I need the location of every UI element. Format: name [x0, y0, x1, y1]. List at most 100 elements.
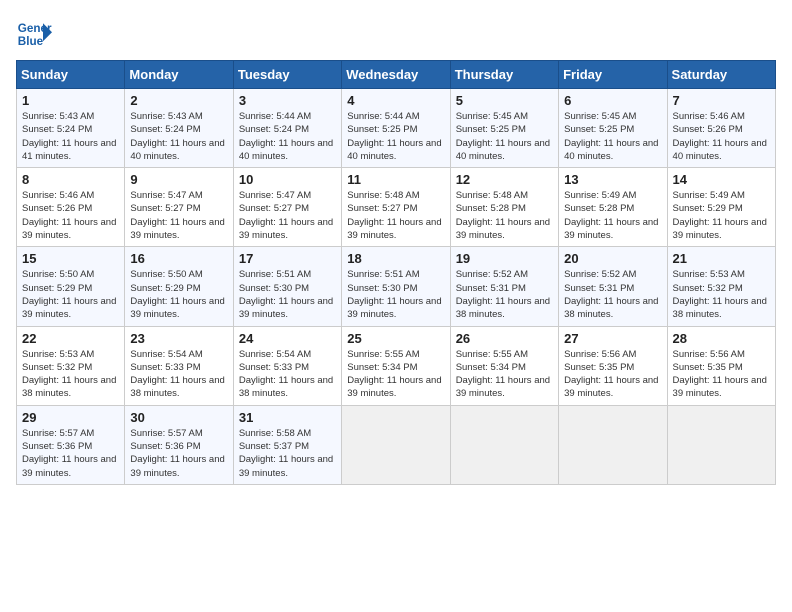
calendar-day — [559, 405, 667, 484]
calendar-week: 1 Sunrise: 5:43 AM Sunset: 5:24 PM Daylig… — [17, 89, 776, 168]
calendar-day: 8 Sunrise: 5:46 AM Sunset: 5:26 PM Daylig… — [17, 168, 125, 247]
day-info: Sunrise: 5:55 AM Sunset: 5:34 PM Dayligh… — [456, 348, 553, 401]
calendar-day: 12Sunrise: 5:48 AM Sunset: 5:28 PM Dayli… — [450, 168, 558, 247]
day-info: Sunrise: 5:46 AM Sunset: 5:26 PM Dayligh… — [22, 189, 119, 242]
calendar-day: 23 Sunrise: 5:54 AM Sunset: 5:33 PM Dayli… — [125, 326, 233, 405]
calendar-day: 7 Sunrise: 5:46 AM Sunset: 5:26 PM Daylig… — [667, 89, 775, 168]
page-header: General Blue — [16, 16, 776, 52]
day-info: Sunrise: 5:57 AM Sunset: 5:36 PM Dayligh… — [22, 427, 119, 480]
calendar-day: 9Sunrise: 5:47 AM Sunset: 5:27 PM Daylig… — [125, 168, 233, 247]
day-info: Sunrise: 5:46 AM Sunset: 5:26 PM Dayligh… — [673, 110, 770, 163]
day-number: 13 — [564, 172, 661, 187]
day-number: 10 — [239, 172, 336, 187]
calendar-day: 1Sunrise: 5:43 AM Sunset: 5:24 PM Daylig… — [17, 89, 125, 168]
weekday-header-cell: Sunday — [17, 61, 125, 89]
calendar-day: 6Sunrise: 5:45 AM Sunset: 5:25 PM Daylig… — [559, 89, 667, 168]
day-info: Sunrise: 5:47 AM Sunset: 5:27 PM Dayligh… — [239, 189, 336, 242]
day-info: Sunrise: 5:54 AM Sunset: 5:33 PM Dayligh… — [130, 348, 227, 401]
day-info: Sunrise: 5:48 AM Sunset: 5:28 PM Dayligh… — [456, 189, 553, 242]
weekday-header-cell: Monday — [125, 61, 233, 89]
day-number: 14 — [673, 172, 770, 187]
calendar-body: 1 Sunrise: 5:43 AM Sunset: 5:24 PM Daylig… — [17, 89, 776, 485]
day-number: 1 — [22, 93, 119, 108]
calendar-day: 27 Sunrise: 5:56 AM Sunset: 5:35 PM Dayli… — [559, 326, 667, 405]
day-info: Sunrise: 5:45 AM Sunset: 5:25 PM Dayligh… — [456, 110, 553, 163]
calendar-day: 16Sunrise: 5:50 AM Sunset: 5:29 PM Dayli… — [125, 247, 233, 326]
calendar-week: 8 Sunrise: 5:46 AM Sunset: 5:26 PM Daylig… — [17, 168, 776, 247]
day-info: Sunrise: 5:44 AM Sunset: 5:24 PM Dayligh… — [239, 110, 336, 163]
day-number: 25 — [347, 331, 444, 346]
day-info: Sunrise: 5:49 AM Sunset: 5:29 PM Dayligh… — [673, 189, 770, 242]
day-info: Sunrise: 5:55 AM Sunset: 5:34 PM Dayligh… — [347, 348, 444, 401]
day-number: 17 — [239, 251, 336, 266]
day-number: 23 — [130, 331, 227, 346]
day-info: Sunrise: 5:58 AM Sunset: 5:37 PM Dayligh… — [239, 427, 336, 480]
calendar-week: 15 Sunrise: 5:50 AM Sunset: 5:29 PM Dayli… — [17, 247, 776, 326]
day-info: Sunrise: 5:56 AM Sunset: 5:35 PM Dayligh… — [564, 348, 661, 401]
day-number: 5 — [456, 93, 553, 108]
calendar-day: 31 Sunrise: 5:58 AM Sunset: 5:37 PM Dayli… — [233, 405, 341, 484]
day-number: 11 — [347, 172, 444, 187]
calendar-day: 17Sunrise: 5:51 AM Sunset: 5:30 PM Dayli… — [233, 247, 341, 326]
day-info: Sunrise: 5:53 AM Sunset: 5:32 PM Dayligh… — [673, 268, 770, 321]
day-info: Sunrise: 5:50 AM Sunset: 5:29 PM Dayligh… — [22, 268, 119, 321]
day-info: Sunrise: 5:43 AM Sunset: 5:24 PM Dayligh… — [130, 110, 227, 163]
calendar-table: SundayMondayTuesdayWednesdayThursdayFrid… — [16, 60, 776, 485]
weekday-header-row: SundayMondayTuesdayWednesdayThursdayFrid… — [17, 61, 776, 89]
calendar-day: 24 Sunrise: 5:54 AM Sunset: 5:33 PM Dayli… — [233, 326, 341, 405]
day-info: Sunrise: 5:50 AM Sunset: 5:29 PM Dayligh… — [130, 268, 227, 321]
calendar-day: 25 Sunrise: 5:55 AM Sunset: 5:34 PM Dayli… — [342, 326, 450, 405]
day-info: Sunrise: 5:56 AM Sunset: 5:35 PM Dayligh… — [673, 348, 770, 401]
day-info: Sunrise: 5:45 AM Sunset: 5:25 PM Dayligh… — [564, 110, 661, 163]
calendar-day: 28Sunrise: 5:56 AM Sunset: 5:35 PM Dayli… — [667, 326, 775, 405]
day-number: 7 — [673, 93, 770, 108]
day-info: Sunrise: 5:52 AM Sunset: 5:31 PM Dayligh… — [564, 268, 661, 321]
day-number: 22 — [22, 331, 119, 346]
calendar-day: 29 Sunrise: 5:57 AM Sunset: 5:36 PM Dayli… — [17, 405, 125, 484]
day-number: 26 — [456, 331, 553, 346]
weekday-header-cell: Wednesday — [342, 61, 450, 89]
weekday-header-cell: Friday — [559, 61, 667, 89]
calendar-day: 3 Sunrise: 5:44 AM Sunset: 5:24 PM Daylig… — [233, 89, 341, 168]
calendar-day: 13 Sunrise: 5:49 AM Sunset: 5:28 PM Dayli… — [559, 168, 667, 247]
day-number: 19 — [456, 251, 553, 266]
day-number: 29 — [22, 410, 119, 425]
day-number: 31 — [239, 410, 336, 425]
day-number: 27 — [564, 331, 661, 346]
day-number: 24 — [239, 331, 336, 346]
day-info: Sunrise: 5:54 AM Sunset: 5:33 PM Dayligh… — [239, 348, 336, 401]
calendar-day: 11Sunrise: 5:48 AM Sunset: 5:27 PM Dayli… — [342, 168, 450, 247]
calendar-day: 22 Sunrise: 5:53 AM Sunset: 5:32 PM Dayli… — [17, 326, 125, 405]
day-number: 20 — [564, 251, 661, 266]
day-number: 30 — [130, 410, 227, 425]
calendar-day: 20 Sunrise: 5:52 AM Sunset: 5:31 PM Dayli… — [559, 247, 667, 326]
calendar-day — [450, 405, 558, 484]
day-number: 15 — [22, 251, 119, 266]
day-number: 2 — [130, 93, 227, 108]
calendar-week: 29 Sunrise: 5:57 AM Sunset: 5:36 PM Dayli… — [17, 405, 776, 484]
weekday-header-cell: Tuesday — [233, 61, 341, 89]
day-info: Sunrise: 5:57 AM Sunset: 5:36 PM Dayligh… — [130, 427, 227, 480]
day-number: 18 — [347, 251, 444, 266]
logo: General Blue — [16, 16, 52, 52]
day-number: 21 — [673, 251, 770, 266]
day-number: 8 — [22, 172, 119, 187]
day-info: Sunrise: 5:52 AM Sunset: 5:31 PM Dayligh… — [456, 268, 553, 321]
day-info: Sunrise: 5:51 AM Sunset: 5:30 PM Dayligh… — [347, 268, 444, 321]
day-info: Sunrise: 5:53 AM Sunset: 5:32 PM Dayligh… — [22, 348, 119, 401]
day-info: Sunrise: 5:44 AM Sunset: 5:25 PM Dayligh… — [347, 110, 444, 163]
calendar-day: 19 Sunrise: 5:52 AM Sunset: 5:31 PM Dayli… — [450, 247, 558, 326]
calendar-day: 4 Sunrise: 5:44 AM Sunset: 5:25 PM Daylig… — [342, 89, 450, 168]
logo-icon: General Blue — [16, 16, 52, 52]
calendar-day: 26 Sunrise: 5:55 AM Sunset: 5:34 PM Dayli… — [450, 326, 558, 405]
calendar-day: 10 Sunrise: 5:47 AM Sunset: 5:27 PM Dayli… — [233, 168, 341, 247]
calendar-day: 2 Sunrise: 5:43 AM Sunset: 5:24 PM Daylig… — [125, 89, 233, 168]
calendar-day: 14 Sunrise: 5:49 AM Sunset: 5:29 PM Dayli… — [667, 168, 775, 247]
day-number: 4 — [347, 93, 444, 108]
weekday-header-cell: Thursday — [450, 61, 558, 89]
calendar-day: 5 Sunrise: 5:45 AM Sunset: 5:25 PM Daylig… — [450, 89, 558, 168]
calendar-day: 30 Sunrise: 5:57 AM Sunset: 5:36 PM Dayli… — [125, 405, 233, 484]
day-number: 3 — [239, 93, 336, 108]
day-info: Sunrise: 5:47 AM Sunset: 5:27 PM Dayligh… — [130, 189, 227, 242]
day-info: Sunrise: 5:49 AM Sunset: 5:28 PM Dayligh… — [564, 189, 661, 242]
